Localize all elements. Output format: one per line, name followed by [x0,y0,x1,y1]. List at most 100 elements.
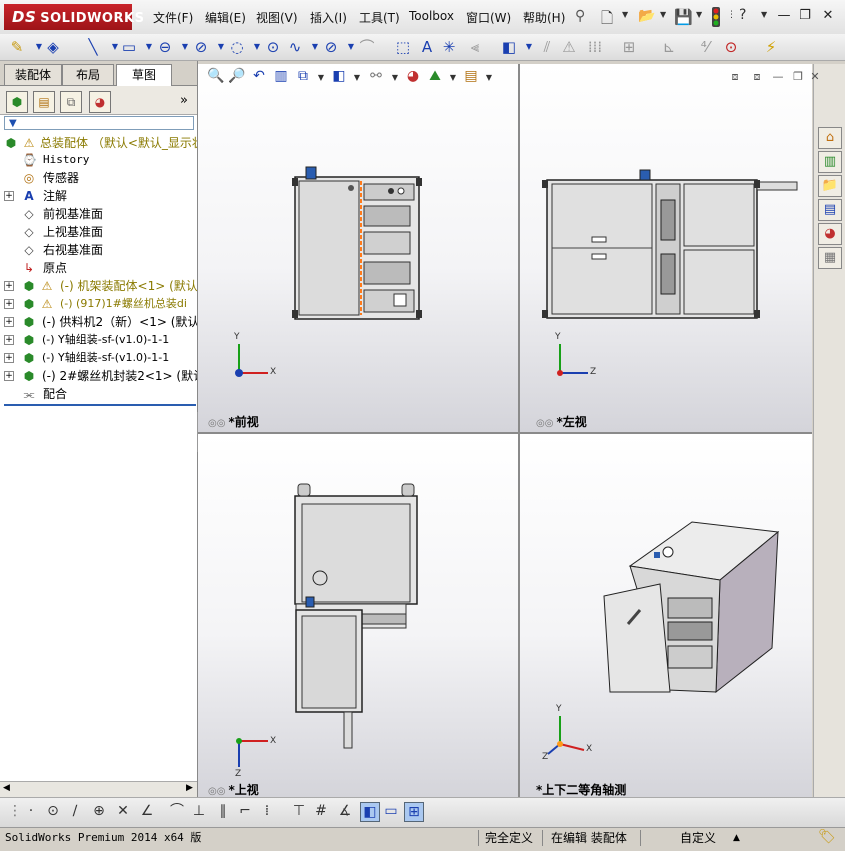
grid-icon[interactable]: # [312,802,330,820]
tree-item-screw-machine-assembly[interactable]: + ⬢ ⚠ (-) (917)1#螺丝机总装di [0,295,197,313]
line-icon[interactable]: ╲ [84,38,102,56]
tree-item-frame-assembly[interactable]: + ⬢ ⚠ (-) 机架装配体<1> (默认 [0,277,197,295]
polygon-icon[interactable]: ⊙ [264,38,282,56]
section-view-icon[interactable]: ▥ [270,68,292,84]
fillet-icon[interactable]: ⌒ [358,38,376,56]
chevron-down-icon[interactable]: ▼ [761,10,769,19]
intersection-snap-icon[interactable]: ✕ [114,802,132,820]
viewport-vertical-splitter[interactable] [518,64,520,797]
move-entities-icon[interactable]: ⊞ [620,38,638,56]
chevron-down-icon[interactable]: ▼ [520,38,538,56]
menu-insert[interactable]: 插入(I) [310,9,347,26]
view-orientation-icon[interactable]: ⧉ [292,68,314,84]
menu-window[interactable]: 窗口(W) [466,9,511,26]
expand-icon[interactable]: + [4,281,14,291]
shaded-view-icon[interactable]: ◧ [360,802,380,822]
midpoint-snap-icon[interactable]: ∕ [66,802,84,820]
restore-document-icon[interactable]: ❐ [788,70,808,83]
quick-snaps-icon[interactable]: ⊙ [722,38,740,56]
quadrant-snap-icon[interactable]: ⊕ [90,802,108,820]
expand-icon[interactable]: + [4,335,14,345]
tree-filter[interactable]: ▼ [4,116,194,130]
appearances-icon[interactable]: ◕ [818,223,842,245]
mirror-entities-icon[interactable]: ⚠ [560,38,578,56]
slot-icon[interactable]: ⊖ [156,38,174,56]
apply-scene-icon[interactable]: ⛰ [424,68,446,84]
menu-edit[interactable]: 编辑(E) [205,9,246,26]
chevron-down-icon[interactable]: ▼ [446,73,460,82]
zoom-to-fit-icon[interactable]: 🔍 [206,68,226,84]
trim-entities-icon[interactable]: ⫷ [466,38,484,56]
options-icon[interactable]: ⋮ [727,10,736,20]
tree-item-origin[interactable]: ↳ 原点 [0,259,197,277]
menu-file[interactable]: 文件(F) [153,9,193,26]
tree-item-screw-machine-package[interactable]: + ⬢ (-) 2#螺丝机封装2<1> (默认 [0,367,197,385]
expand-icon[interactable]: + [4,371,14,381]
tab-layout[interactable]: 布局 [62,64,114,85]
grid-snap-icon[interactable]: ⊤ [290,802,308,820]
close-document-icon[interactable]: ✕ [808,70,822,83]
expand-icon[interactable]: + [4,299,14,309]
menu-view[interactable]: 视图(V) [256,9,298,26]
expand-icon[interactable]: + [4,353,14,363]
tab-assembly[interactable]: 装配体 [4,64,62,85]
tag-icon[interactable]: 🏷 [818,829,836,845]
chevron-down-icon[interactable]: ▼ [622,10,630,19]
tree-item-root-assembly[interactable]: ⬢ ⚠ 总装配体 （默认<默认_显示状 [0,134,197,152]
expand-icon[interactable]: + [4,317,14,327]
parallel-snap-icon[interactable]: ∥ [214,802,232,820]
expand-panel-icon[interactable]: » [180,93,188,108]
design-library-icon[interactable]: ▥ [818,151,842,173]
chevron-down-icon[interactable]: ▼ [350,73,364,82]
open-folder-icon[interactable]: 📂 [638,8,656,26]
solidworks-logo[interactable]: DS SOLIDWORKS [4,4,144,30]
chevron-down-icon[interactable]: ▼ [660,10,668,19]
view-toggle-icon[interactable]: ▭ [382,802,400,820]
configuration-manager-icon[interactable]: ⧉ [60,91,82,113]
view-palette-icon[interactable]: ▤ [818,199,842,221]
hide-show-items-icon[interactable]: ⚯ [364,68,388,84]
convert-entities-icon[interactable]: ◧ [500,38,518,56]
rectangle-icon[interactable]: ▭ [120,38,138,56]
tab-sketch[interactable]: 草图 [116,64,172,86]
previous-view-icon[interactable]: ↶ [248,68,270,84]
point-snap-icon[interactable]: · [22,802,40,820]
tree-item-feeder[interactable]: + ⬢ (-) 供料机2（新）<1> (默认 [0,313,197,331]
link-views-icon[interactable]: ⧈ [724,70,746,84]
text-icon[interactable]: A [418,38,436,56]
chevron-down-icon[interactable]: ▼ [314,73,328,82]
menu-help[interactable]: 帮助(H) [523,9,565,26]
perpendicular-snap-icon[interactable]: ⊥ [190,802,208,820]
zoom-to-area-icon[interactable]: 🔎 [226,68,248,84]
close-window-icon[interactable]: ✕ [820,9,836,23]
home-icon[interactable]: ⌂ [818,127,842,149]
custom-properties-icon[interactable]: ▦ [818,247,842,269]
tree-item-sensors[interactable]: ◎ 传感器 [0,169,197,187]
chevron-down-icon[interactable]: ▼ [696,10,704,19]
rollback-bar[interactable] [4,404,196,406]
chevron-up-icon[interactable]: ▲ [733,829,740,847]
panel-horizontal-scrollbar[interactable]: ◀ ▶ [0,781,197,798]
single-view-icon[interactable]: ⧈ [746,70,768,84]
display-manager-icon[interactable]: ◕ [89,91,111,113]
file-explorer-icon[interactable]: 📁 [818,175,842,197]
circle-icon[interactable]: ⊘ [192,38,210,56]
save-icon[interactable]: 💾 [674,8,693,26]
tree-item-front-plane[interactable]: ◇ 前视基准面 [0,205,197,223]
sketch-icon[interactable]: ✎ [8,38,26,56]
center-point-snap-icon[interactable]: ⊙ [44,802,62,820]
expand-icon[interactable]: + [4,191,14,201]
viewport-isometric[interactable]: Y X Z *上下二等角轴测 [520,434,812,797]
tiled-view-icon[interactable]: ⊞ [404,802,424,822]
rapid-sketch-icon[interactable]: ⚡ [762,38,780,56]
ellipse-icon[interactable]: ⊘ [322,38,340,56]
point-icon[interactable]: ✳ [440,38,458,56]
tree-item-y-axis-2[interactable]: + ⬢ (-) Y轴组装-sf-(v1.0)-1-1 [0,349,197,367]
length-snap-icon[interactable]: ⁞ [258,802,276,820]
offset-entities-icon[interactable]: ⫽ [538,38,556,56]
scroll-left-icon[interactable]: ◀ [3,783,10,793]
menu-tools[interactable]: 工具(T) [359,9,400,26]
tree-item-history[interactable]: ⌚ History [0,151,197,169]
feature-manager-icon[interactable]: ⬢ [6,91,28,113]
chevron-down-icon[interactable]: ▼ [482,73,496,82]
